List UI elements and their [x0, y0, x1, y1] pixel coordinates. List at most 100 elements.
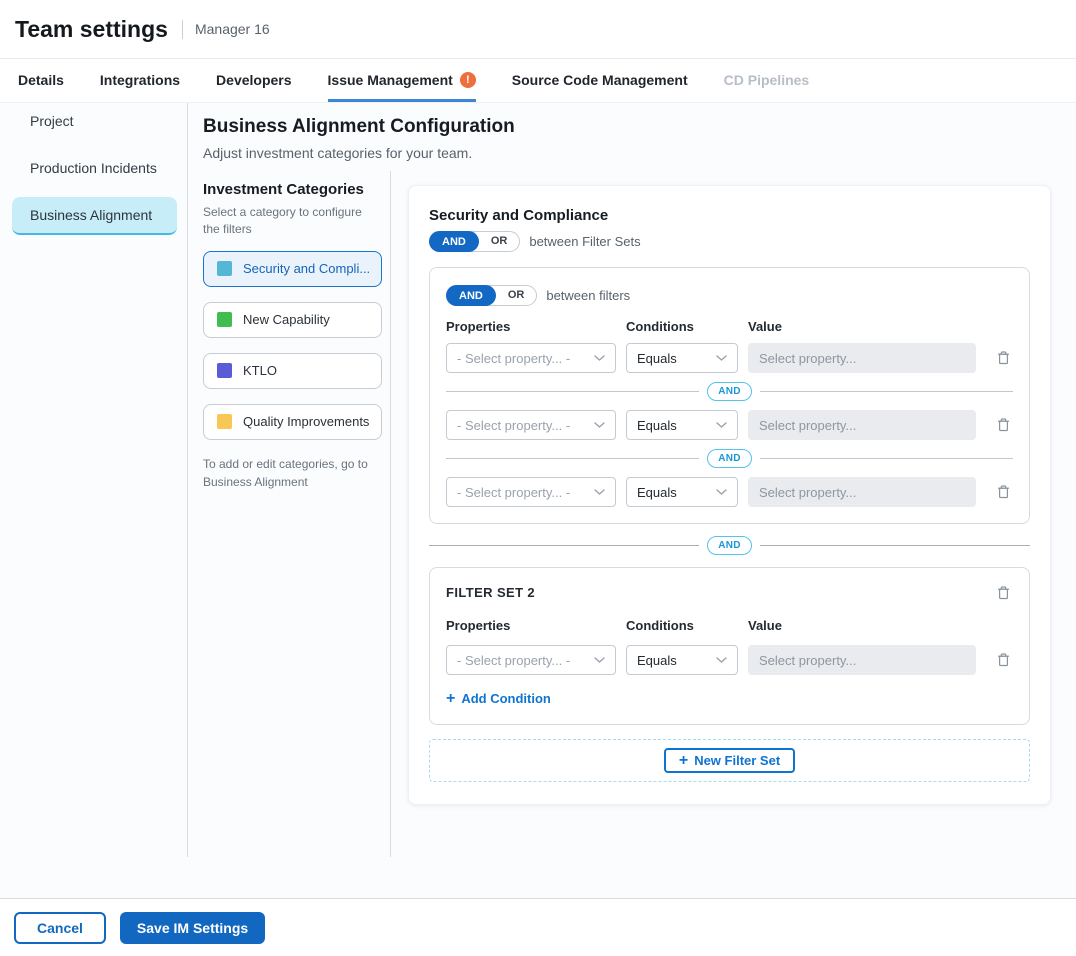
condition-select[interactable]: Equals [626, 343, 738, 373]
title-divider [182, 20, 183, 39]
categories-description: Select a category to configure the filte… [203, 204, 371, 239]
or-option[interactable]: OR [496, 285, 537, 306]
categories-heading: Investment Categories [203, 181, 390, 198]
section-subtitle: Adjust investment categories for your te… [203, 145, 1076, 161]
filter-connector: AND [446, 382, 1013, 401]
business-alignment-section: Business Alignment Configuration Adjust … [203, 103, 1076, 805]
category-color-swatch [217, 312, 232, 327]
chevron-down-icon [716, 355, 727, 362]
value-column-header: Value [748, 319, 976, 334]
chevron-down-icon [716, 489, 727, 496]
trash-icon [996, 484, 1011, 500]
delete-filter-button[interactable] [994, 650, 1013, 670]
and-connector-pill: AND [707, 449, 752, 468]
sidebar-divider [187, 103, 188, 857]
and-or-toggle-filters[interactable]: AND OR [446, 285, 537, 306]
category-color-swatch [217, 414, 232, 429]
app-header: Team settings Manager 16 [0, 0, 1076, 58]
and-connector-pill: AND [707, 382, 752, 401]
value-column-header: Value [748, 618, 976, 633]
value-input[interactable] [748, 410, 976, 440]
value-input[interactable] [748, 645, 976, 675]
team-context-label: Manager 16 [195, 21, 270, 37]
delete-filter-set-button[interactable] [994, 583, 1013, 603]
page-title: Team settings [15, 16, 168, 43]
conditions-column-header: Conditions [626, 618, 738, 633]
trash-icon [996, 417, 1011, 433]
and-connector-pill: AND [707, 536, 752, 555]
trash-icon [996, 652, 1011, 668]
condition-select[interactable]: Equals [626, 477, 738, 507]
tab-source-code-management[interactable]: Source Code Management [512, 59, 688, 102]
category-color-swatch [217, 363, 232, 378]
filter-set-2: FILTER SET 2 Properties Conditions Value [429, 567, 1030, 725]
property-select[interactable]: - Select property... - [446, 343, 616, 373]
filter-config-column: Security and Compliance AND OR between F… [408, 175, 1051, 805]
property-select[interactable]: - Select property... - [446, 645, 616, 675]
condition-select[interactable]: Equals [626, 410, 738, 440]
action-footer: Cancel Save IM Settings [0, 898, 1076, 956]
value-input[interactable] [748, 343, 976, 373]
new-filter-set-zone: + New Filter Set [429, 739, 1030, 782]
chevron-down-icon [594, 489, 605, 496]
new-filter-set-button[interactable]: + New Filter Set [664, 748, 795, 773]
filter-set-2-title: FILTER SET 2 [446, 585, 535, 600]
and-or-toggle-filter-sets[interactable]: AND OR [429, 231, 520, 252]
or-option[interactable]: OR [479, 231, 520, 252]
category-ktlo[interactable]: KTLO [203, 353, 382, 389]
chevron-down-icon [716, 422, 727, 429]
tab-cd-pipelines: CD Pipelines [724, 59, 810, 102]
filter-row: - Select property... - Equals [446, 343, 1013, 373]
plus-icon: + [679, 754, 688, 768]
tab-issue-management[interactable]: Issue Management ! [328, 59, 476, 102]
trash-icon [996, 350, 1011, 366]
category-security-and-compliance[interactable]: Security and Compli... [203, 251, 382, 287]
filter-connector: AND [446, 449, 1013, 468]
sidebar-item-business-alignment[interactable]: Business Alignment [12, 197, 177, 235]
property-select[interactable]: - Select property... - [446, 410, 616, 440]
delete-filter-button[interactable] [994, 415, 1013, 435]
alert-badge-icon: ! [460, 72, 476, 88]
category-new-capability[interactable]: New Capability [203, 302, 382, 338]
delete-filter-button[interactable] [994, 482, 1013, 502]
between-filter-sets-label: between Filter Sets [529, 234, 640, 249]
and-option[interactable]: AND [429, 231, 479, 252]
cancel-button[interactable]: Cancel [14, 912, 106, 944]
save-im-settings-button[interactable]: Save IM Settings [120, 912, 265, 944]
trash-icon [996, 585, 1011, 601]
filter-set-connector: AND [429, 536, 1030, 555]
and-option[interactable]: AND [446, 285, 496, 306]
conditions-column-header: Conditions [626, 319, 738, 334]
tab-developers[interactable]: Developers [216, 59, 291, 102]
tab-details[interactable]: Details [18, 59, 64, 102]
settings-tabs: Details Integrations Developers Issue Ma… [0, 58, 1076, 103]
condition-select[interactable]: Equals [626, 645, 738, 675]
filter-row: - Select property... - Equals [446, 645, 1013, 675]
chevron-down-icon [716, 657, 727, 664]
section-title: Business Alignment Configuration [203, 116, 1076, 138]
filter-row: - Select property... - Equals [446, 410, 1013, 440]
properties-column-header: Properties [446, 319, 616, 334]
sidebar-item-project[interactable]: Project [0, 103, 177, 139]
delete-filter-button[interactable] [994, 348, 1013, 368]
properties-column-header: Properties [446, 618, 616, 633]
filter-set-1: AND OR between filters Properties Condit… [429, 267, 1030, 524]
settings-sidebar: Project Production Incidents Business Al… [0, 103, 187, 246]
property-select[interactable]: - Select property... - [446, 477, 616, 507]
tab-integrations[interactable]: Integrations [100, 59, 180, 102]
plus-icon: + [446, 692, 455, 705]
filter-row: - Select property... - Equals [446, 477, 1013, 507]
category-list: Security and Compli... New Capability KT… [203, 251, 390, 440]
filter-config-card: Security and Compliance AND OR between F… [408, 185, 1051, 805]
categories-footnote: To add or edit categories, go to Busines… [203, 455, 373, 491]
category-quality-improvements[interactable]: Quality Improvements [203, 404, 382, 440]
category-color-swatch [217, 261, 232, 276]
add-condition-button[interactable]: + Add Condition [446, 691, 551, 706]
chevron-down-icon [594, 422, 605, 429]
value-input[interactable] [748, 477, 976, 507]
content-area: Project Production Incidents Business Al… [0, 103, 1076, 898]
chevron-down-icon [594, 657, 605, 664]
investment-categories-panel: Investment Categories Select a category … [203, 175, 390, 805]
sidebar-item-production-incidents[interactable]: Production Incidents [0, 150, 177, 186]
selected-category-title: Security and Compliance [429, 207, 1030, 224]
